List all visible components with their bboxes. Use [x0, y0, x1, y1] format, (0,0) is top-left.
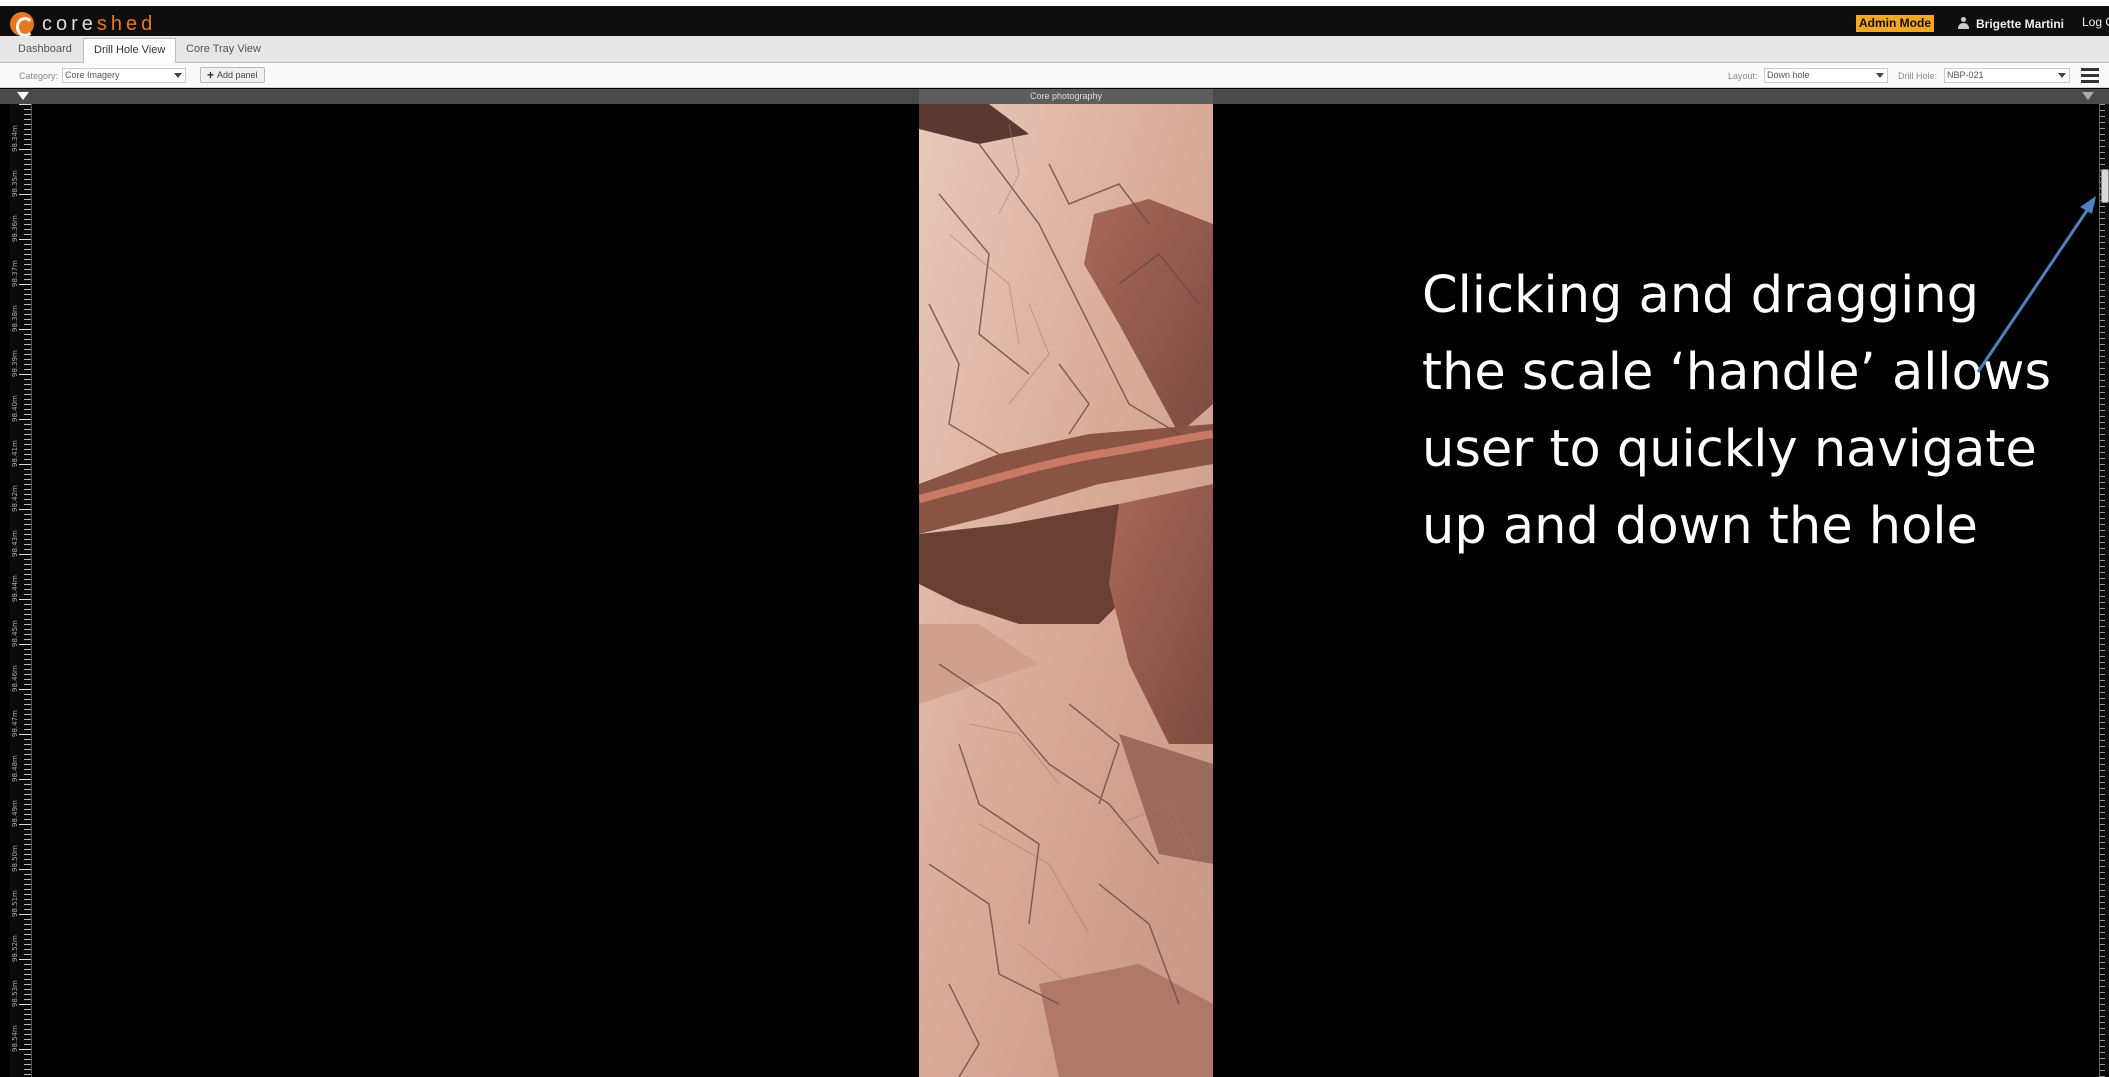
tab-drill-hole-view[interactable]: Drill Hole View: [83, 38, 177, 63]
tab-core-tray-view[interactable]: Core Tray View: [176, 38, 271, 63]
logo-text-shed: shed: [96, 12, 157, 35]
coreshed-logo-icon: [10, 12, 34, 37]
user-menu[interactable]: Brigette Martini: [1958, 15, 2064, 32]
tab-bar: Dashboard Drill Hole View Core Tray View: [0, 36, 2109, 63]
navigation-scale-ticks: [2100, 104, 2105, 1077]
depth-label: 98.44m: [11, 575, 19, 602]
add-panel-button[interactable]: + Add panel: [200, 67, 265, 83]
depth-label: 98.45m: [11, 620, 19, 647]
depth-label: 98.48m: [11, 755, 19, 782]
panel-header: Core photography: [0, 89, 2109, 104]
category-select[interactable]: Core Imagery: [62, 68, 186, 83]
depth-label: 98.51m: [11, 890, 19, 917]
collapse-triangle-icon[interactable]: [17, 92, 29, 100]
depth-label: 98.40m: [11, 395, 19, 422]
add-panel-label: Add panel: [217, 70, 258, 80]
core-photograph[interactable]: [919, 104, 1213, 1077]
chevron-down-icon: [174, 73, 182, 78]
annotation-text: Clicking and dragging the scale ‘handle’…: [1422, 266, 2052, 556]
layout-select[interactable]: Down hole: [1764, 68, 1888, 83]
depth-label: 98.34m: [11, 125, 19, 152]
layout-select-value: Down hole: [1767, 70, 1810, 80]
depth-label: 98.52m: [11, 935, 19, 962]
logo-text-core: core: [42, 12, 97, 35]
depth-label: 98.50m: [11, 845, 19, 872]
drill-hole-select-value: NBP-021: [1947, 70, 1984, 80]
depth-label: 98.42m: [11, 485, 19, 512]
drill-hole-label: Drill Hole:: [1898, 71, 1938, 81]
drill-hole-select[interactable]: NBP-021: [1944, 68, 2070, 83]
logout-link[interactable]: Log Out: [2082, 15, 2109, 29]
menu-icon[interactable]: [2081, 68, 2099, 83]
panel-options-triangle-icon[interactable]: [2082, 92, 2094, 100]
drill-hole-viewer: Core photography 98.34m 98.35m 98.36m 98…: [0, 89, 2109, 1077]
toolbar: Category: Core Imagery + Add panel Layou…: [0, 63, 2109, 88]
depth-label: 98.47m: [11, 710, 19, 737]
coreshed-logo[interactable]: core shed: [10, 11, 156, 37]
navigation-scale[interactable]: [2099, 104, 2109, 1077]
depth-label: 98.41m: [11, 440, 19, 467]
depth-scale[interactable]: 98.34m 98.35m 98.36m 98.37m 98.38m 98.39…: [10, 104, 32, 1077]
top-bar: core shed Admin Mode Brigette Martini Log…: [0, 0, 2109, 37]
depth-label: 98.54m: [11, 1025, 19, 1052]
depth-label: 98.43m: [11, 530, 19, 557]
depth-label: 98.49m: [11, 800, 19, 827]
user-icon: [1958, 17, 1969, 30]
layout-label: Layout:: [1728, 71, 1758, 81]
chevron-down-icon: [2058, 73, 2066, 78]
scale-handle[interactable]: [2101, 169, 2109, 203]
tab-dashboard[interactable]: Dashboard: [8, 38, 82, 63]
plus-icon: +: [207, 68, 215, 82]
depth-label: 98.39m: [11, 350, 19, 377]
depth-label: 98.36m: [11, 215, 19, 242]
depth-label: 98.53m: [11, 980, 19, 1007]
user-name: Brigette Martini: [1976, 16, 2065, 31]
core-photo-image: [919, 104, 1213, 1077]
chevron-down-icon: [1876, 73, 1884, 78]
admin-mode-badge[interactable]: Admin Mode: [1856, 15, 1934, 32]
category-label: Category:: [19, 71, 59, 81]
depth-label: 98.38m: [11, 305, 19, 332]
category-select-value: Core Imagery: [65, 70, 120, 80]
depth-label: 98.46m: [11, 665, 19, 692]
depth-label: 98.35m: [11, 170, 19, 197]
panel-title[interactable]: Core photography: [919, 89, 1213, 104]
depth-label: 98.37m: [11, 260, 19, 287]
